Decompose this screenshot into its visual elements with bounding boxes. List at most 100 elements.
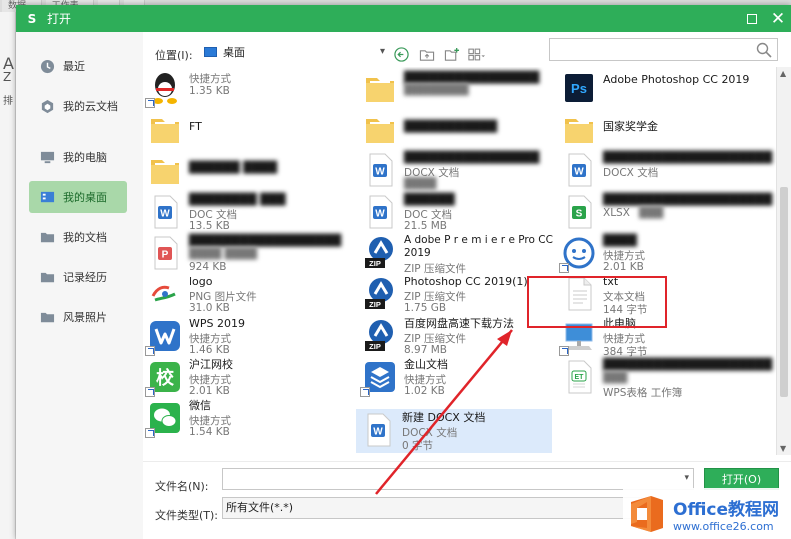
- file-type: XLSX: [603, 207, 630, 219]
- file-name: 国家奖学金: [603, 120, 658, 133]
- watermark-url: www.office26.com: [673, 519, 774, 533]
- file-name: A dobe P r e m i e r e Pro CC 2019: [404, 234, 553, 259]
- background-glyph: Z: [3, 70, 12, 84]
- filename-input[interactable]: ▾: [222, 468, 694, 490]
- file-item[interactable]: 金山文档 快捷方式 1.02 KB: [358, 356, 556, 398]
- file-item[interactable]: W ██████ DOC 文档 21.5 MB: [358, 191, 556, 233]
- svg-text:S: S: [576, 209, 583, 220]
- watermark-title: Office教程网: [673, 499, 780, 520]
- file-item[interactable]: ZIP A dobe P r e m i e r e Pro CC 2019 Z…: [358, 232, 556, 275]
- maximize-icon: [747, 14, 757, 24]
- file-item[interactable]: logo PNG 图片文件 31.0 KB: [143, 273, 341, 315]
- svg-text:W: W: [375, 209, 385, 220]
- sidebar-item-desktop[interactable]: 我的桌面: [29, 181, 127, 213]
- file-name-redacted: ████████ ███: [189, 193, 286, 206]
- search-input[interactable]: [549, 38, 778, 61]
- et-sheet-icon: ET: [568, 360, 592, 394]
- file-name-redacted-line2: ███: [603, 372, 628, 384]
- file-item[interactable]: FT: [143, 108, 341, 150]
- file-item[interactable]: ET ████████████████████ ███ WPS表格 工作簿: [557, 356, 772, 399]
- monitor-icon: [39, 149, 55, 165]
- file-item[interactable]: ████████████████ ████████: [358, 67, 556, 109]
- sidebar-item-my-computer[interactable]: 我的电脑: [29, 141, 127, 173]
- file-item[interactable]: 快捷方式 1.35 KB: [143, 67, 341, 109]
- file-item[interactable]: W ████████████████████ DOCX 文档: [557, 149, 773, 191]
- spreadsheet-icon: S: [568, 195, 592, 229]
- cloud-doc-icon: [39, 98, 55, 114]
- close-button[interactable]: ✕: [768, 9, 788, 29]
- desktop-icon: [39, 189, 55, 205]
- file-name-redacted: ████████████████: [404, 151, 540, 164]
- sidebar-item-records[interactable]: 记录经历: [29, 261, 127, 293]
- file-item[interactable]: P ██████████████████ ████ ████ 924 KB: [143, 232, 341, 274]
- up-folder-button[interactable]: [418, 46, 435, 63]
- file-grid-scrollbar[interactable]: ▲ ▼: [776, 67, 791, 455]
- file-size: 1.35 KB: [189, 85, 230, 97]
- sidebar-item-label: 我的文档: [63, 231, 107, 244]
- sidebar-item-my-documents[interactable]: 我的文档: [29, 221, 127, 253]
- new-folder-button[interactable]: [443, 46, 460, 63]
- word-doc-icon: W: [568, 153, 592, 187]
- file-item[interactable]: W ████████████████ DOCX 文档 ████: [358, 149, 556, 191]
- back-button[interactable]: [393, 46, 410, 63]
- file-item[interactable]: 校 沪江网校 快捷方式 2.01 KB: [143, 356, 341, 398]
- file-size: 1.54 KB: [189, 426, 230, 438]
- file-item[interactable]: S ████████████████████ XLSX ███: [557, 191, 773, 233]
- scroll-up-icon[interactable]: ▲: [780, 69, 786, 78]
- svg-text:P: P: [162, 250, 169, 261]
- location-value: 桌面: [223, 46, 245, 59]
- dialog-titlebar[interactable]: S 打开 ✕: [16, 5, 791, 32]
- file-item[interactable]: ███████████: [358, 108, 556, 150]
- file-size-redacted: ████: [404, 178, 437, 190]
- file-name-redacted: ██████████████████: [189, 234, 342, 247]
- file-type: DOCX 文档: [603, 167, 659, 179]
- dialog-title: 打开: [47, 12, 72, 26]
- file-name-redacted: ████████████████████: [603, 193, 773, 206]
- file-item[interactable]: 微信 快捷方式 1.54 KB: [143, 397, 341, 439]
- open-button[interactable]: 打开(O): [704, 468, 779, 490]
- shortcut-arrow-icon: [559, 263, 569, 273]
- sidebar-item-scenery-photos[interactable]: 风景照片: [29, 301, 127, 333]
- zip-icon: ZIP: [365, 320, 393, 351]
- sidebar-item-recent[interactable]: 最近: [29, 50, 127, 82]
- view-mode-button[interactable]: [468, 46, 485, 63]
- new-folder-icon: [444, 47, 459, 61]
- open-file-dialog: S 打开 ✕ 最近 我的云文档 我的电脑 我的桌面 我的文档 记录经历 风景照片…: [16, 5, 791, 539]
- photoshop-icon: Ps: [565, 74, 593, 102]
- file-item[interactable]: WPS 2019 快捷方式 1.46 KB: [143, 315, 341, 357]
- image-icon: [151, 284, 179, 304]
- file-grid: 快捷方式 1.35 KB FT ██████ ████ W ████████ █…: [143, 67, 776, 455]
- sidebar-item-cloud-docs[interactable]: 我的云文档: [29, 90, 127, 122]
- file-size: 31.0 KB: [189, 302, 230, 314]
- file-item-selected[interactable]: W 新建 DOCX 文档 DOCX 文档 0 字节: [356, 409, 552, 453]
- maximize-button[interactable]: [742, 9, 762, 29]
- folder-icon: [366, 119, 394, 143]
- scrollbar-thumb[interactable]: [780, 187, 788, 397]
- filetype-select[interactable]: 所有文件(*.*): [222, 497, 642, 519]
- file-item[interactable]: 国家奖学金: [557, 108, 755, 150]
- scroll-down-icon[interactable]: ▼: [780, 444, 786, 453]
- filetype-label: 文件类型(T):: [155, 509, 219, 522]
- folder-icon: [565, 119, 593, 143]
- file-type: 快捷方式: [189, 73, 231, 85]
- svg-text:W: W: [373, 427, 383, 438]
- file-item[interactable]: Ps Adobe Photoshop CC 2019: [557, 67, 755, 109]
- file-name: Adobe Photoshop CC 2019: [603, 73, 750, 86]
- folder-icon: [39, 269, 55, 285]
- file-item[interactable]: W ████████ ███ DOC 文档 13.5 KB: [143, 191, 341, 233]
- annotation-highlight-box: [527, 276, 667, 328]
- file-name: 金山文档: [404, 358, 448, 371]
- file-type-redacted: ████████: [404, 84, 469, 96]
- svg-text:Ps: Ps: [571, 81, 587, 96]
- file-name: 新建 DOCX 文档: [402, 411, 486, 424]
- location-dropdown[interactable]: 桌面 ▾: [202, 43, 385, 61]
- chevron-down-icon[interactable]: ▾: [684, 473, 689, 483]
- file-item[interactable]: ██████ ████: [143, 149, 341, 191]
- file-name-redacted: ████████████████████: [603, 151, 773, 164]
- background-app-edge: A Z 排: [0, 12, 16, 539]
- file-item[interactable]: ████ 快捷方式 2.01 KB: [557, 232, 755, 274]
- pdf-icon: P: [154, 236, 178, 270]
- file-name-redacted: ██████ ████: [189, 161, 278, 174]
- sidebar-item-label: 风景照片: [63, 311, 107, 324]
- file-name-redacted: ████████████████: [404, 71, 540, 84]
